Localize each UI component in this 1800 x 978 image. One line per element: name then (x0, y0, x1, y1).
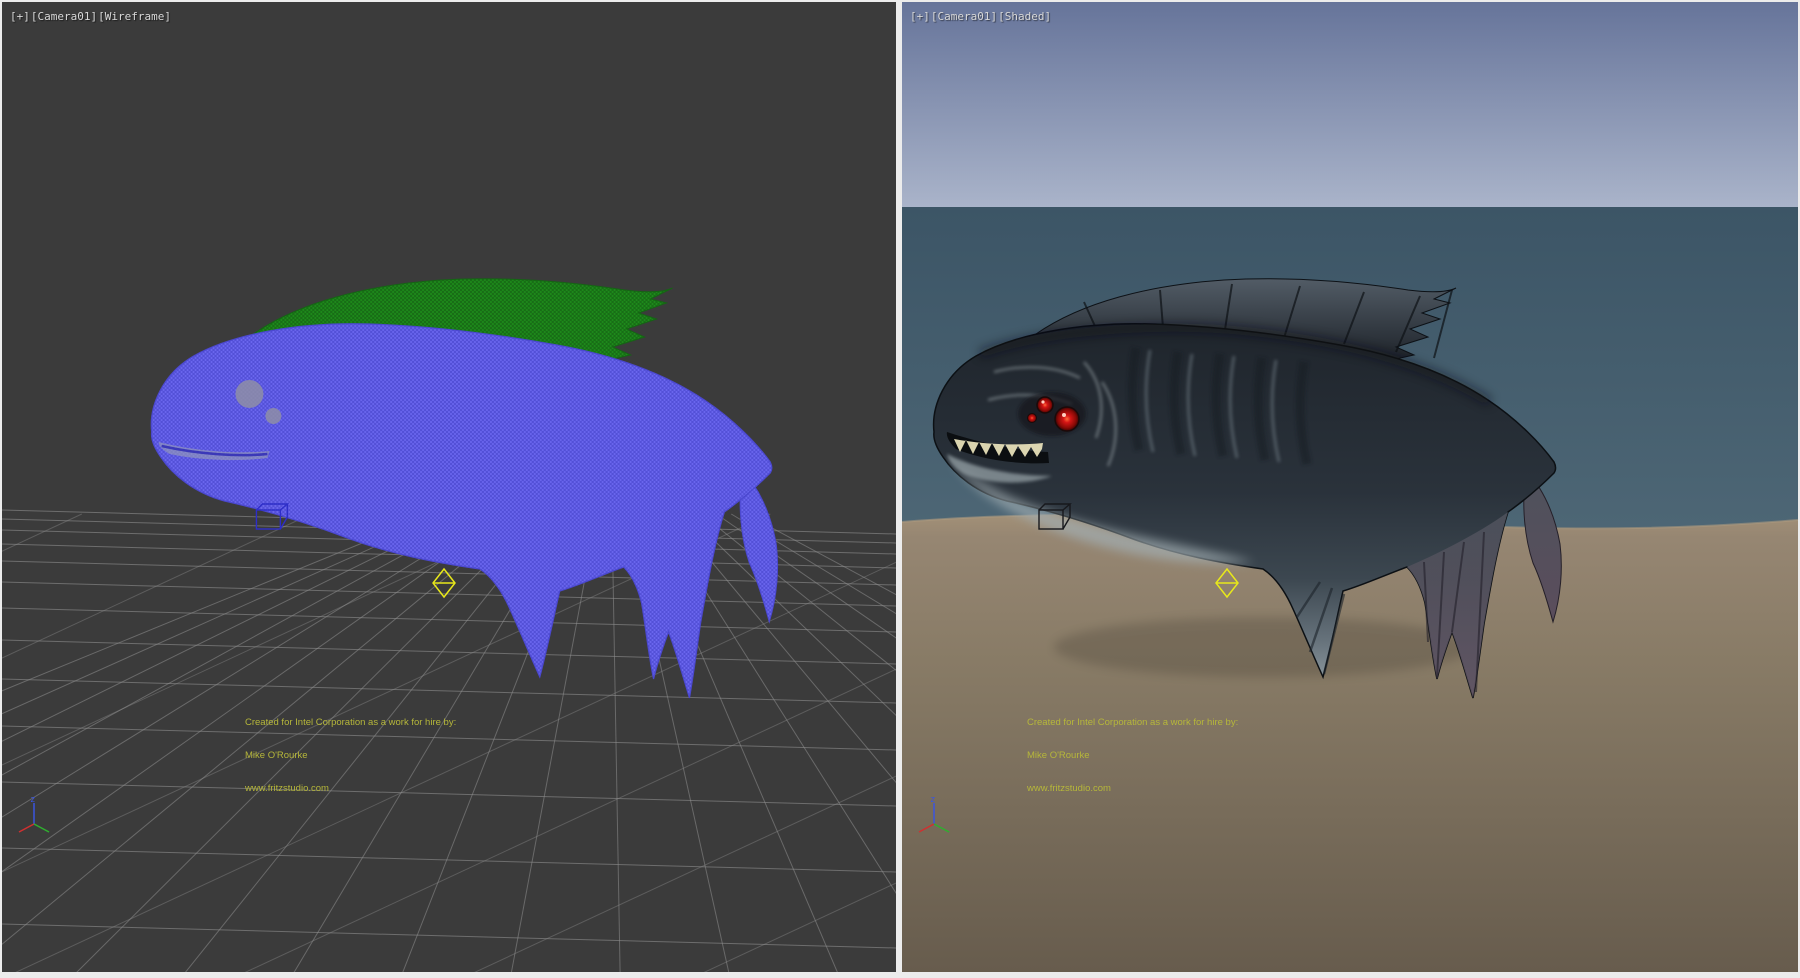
viewport-wireframe[interactable]: [+][Camera01][Wireframe] Created for Int… (2, 2, 896, 972)
eye-highlight-1 (1062, 413, 1066, 417)
fish-eye-large (1055, 407, 1079, 431)
fish-eye-medium (1037, 397, 1053, 413)
viewport-area: [+][Camera01][Wireframe] Created for Int… (0, 0, 1800, 978)
world-axis-tripod: z (910, 794, 954, 840)
wireframe-scene (2, 2, 896, 972)
shaded-scene (902, 2, 1798, 972)
viewport-menu-camera[interactable]: [Camera01] (31, 10, 97, 23)
viewport-menu-general[interactable]: [+] (910, 10, 930, 23)
fish-model-wireframe[interactable] (151, 279, 777, 698)
viewport-label: [+][Camera01][Wireframe] (10, 10, 172, 23)
fish-eye-small-wireframe (265, 408, 281, 424)
viewport-label: [+][Camera01][Shaded] (910, 10, 1052, 23)
axis-z-label: z (30, 795, 35, 805)
world-axis-tripod: z (10, 794, 54, 840)
fish-eye-large-wireframe (235, 380, 263, 408)
axis-z-label: z (930, 795, 935, 805)
eye-highlight-2 (1041, 400, 1044, 403)
viewport-shaded[interactable]: [+][Camera01][Shaded] Created for Intel … (902, 2, 1798, 972)
viewport-menu-camera[interactable]: [Camera01] (931, 10, 997, 23)
sky (902, 2, 1798, 208)
viewport-menu-general[interactable]: [+] (10, 10, 30, 23)
fish-shadow (1054, 617, 1474, 677)
viewport-menu-shading[interactable]: [Shaded] (998, 10, 1051, 23)
fish-eye-small (1028, 414, 1037, 423)
viewport-menu-shading[interactable]: [Wireframe] (98, 10, 171, 23)
